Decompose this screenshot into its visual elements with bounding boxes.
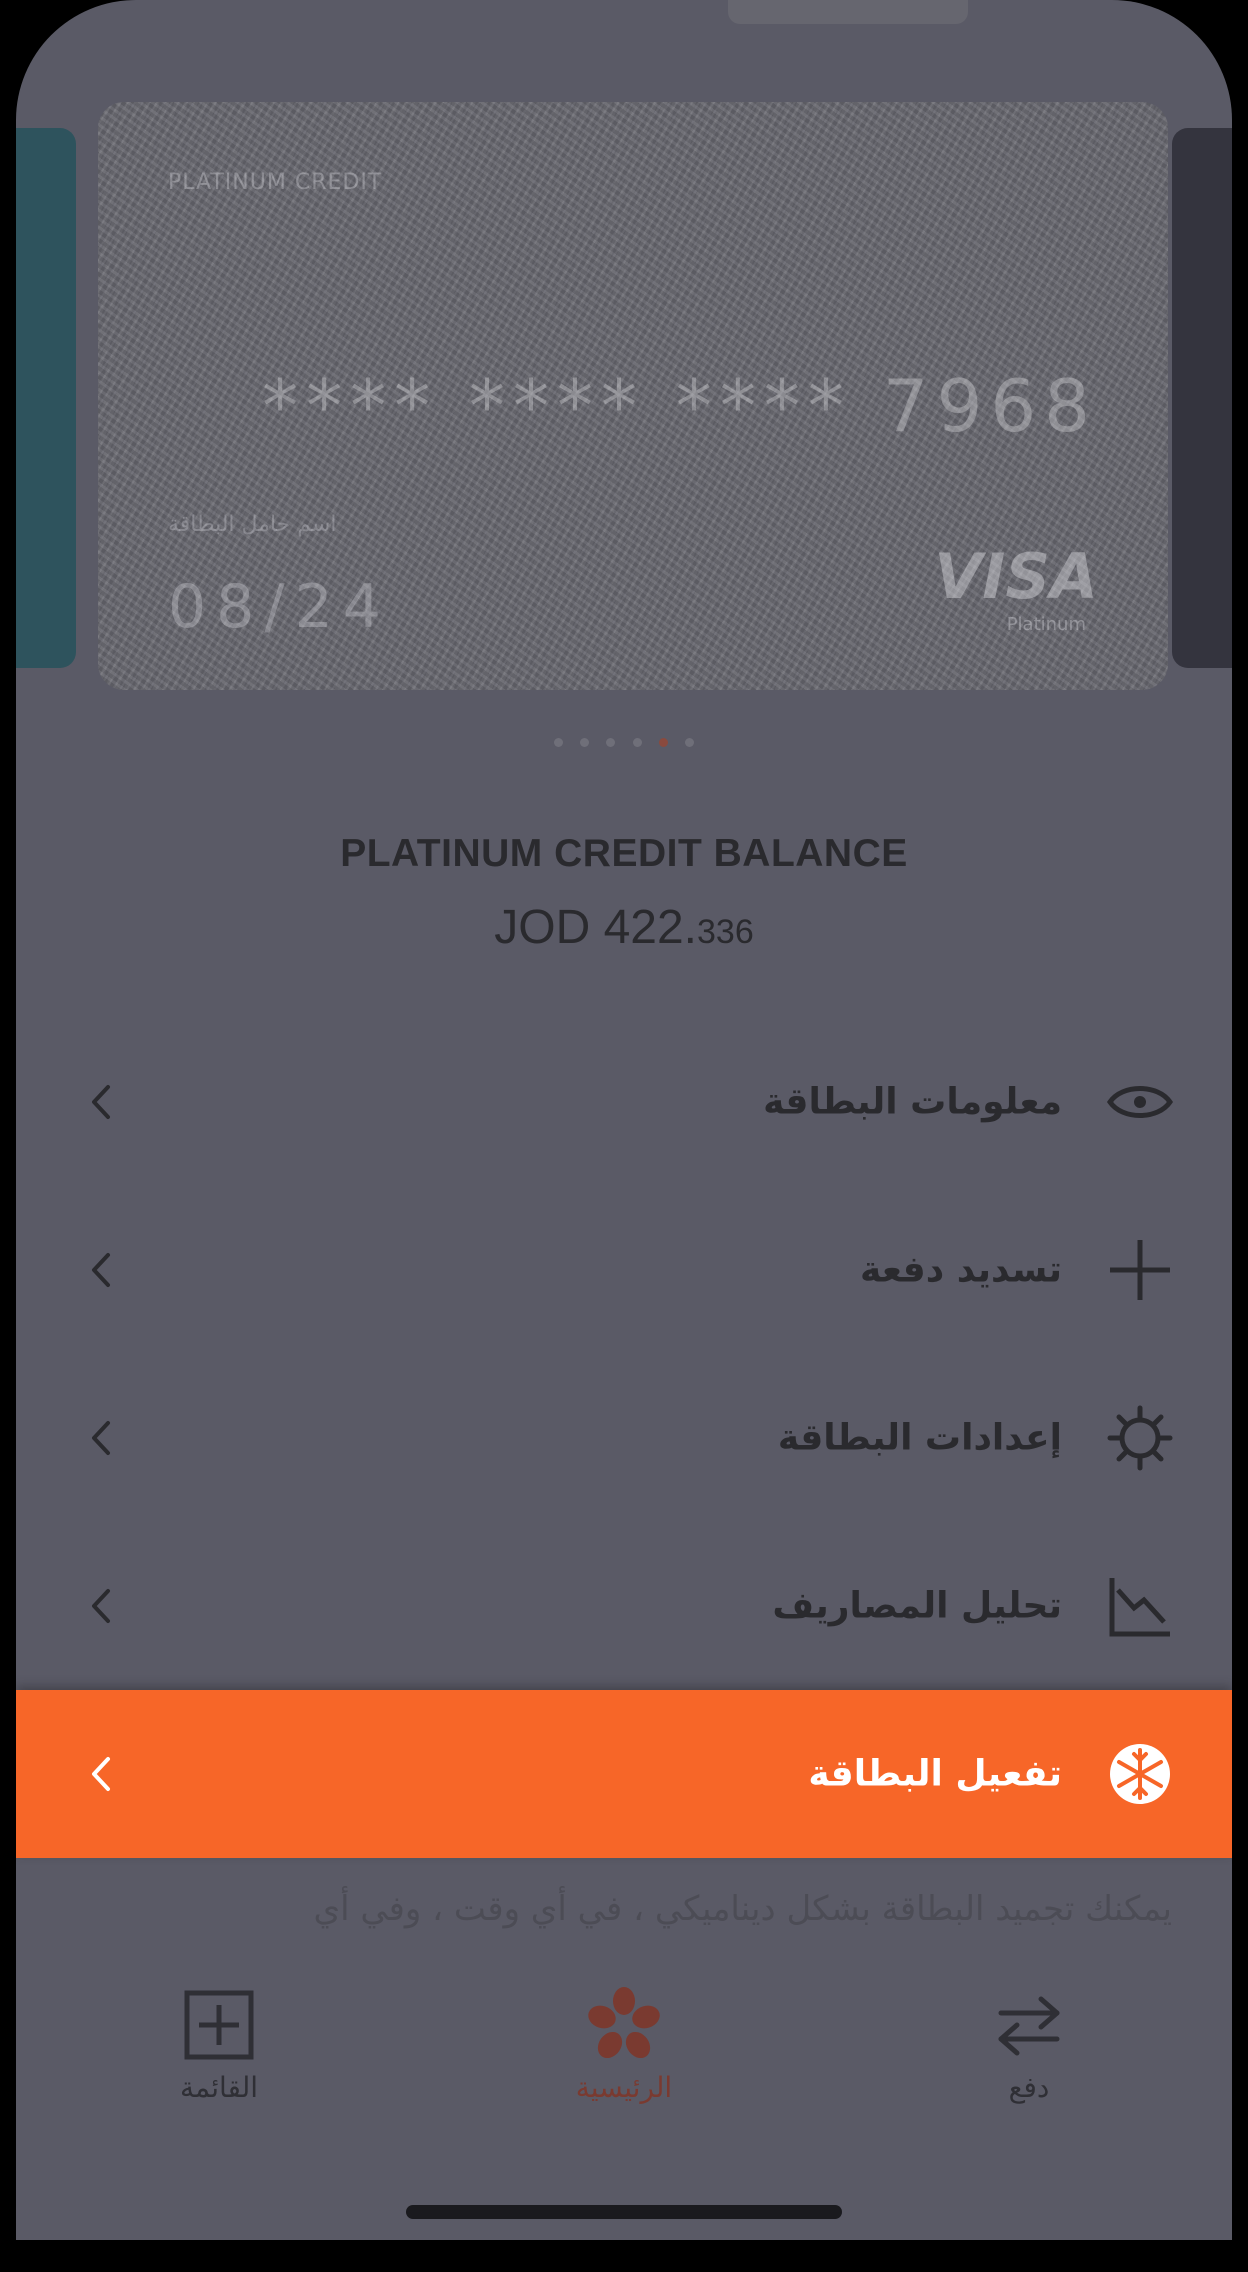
bottom-navigation: القائمة الرئيسية دفع <box>16 1985 1232 2125</box>
plus-icon <box>1110 1240 1170 1300</box>
snowflake-icon <box>1110 1744 1170 1804</box>
menu-item-card-info[interactable]: معلومات البطاقة <box>16 1018 1232 1186</box>
menu-item-label: تفعيل البطاقة <box>808 1753 1062 1795</box>
transfer-arrows-icon <box>998 1996 1060 2056</box>
balance-fraction: 336 <box>697 913 754 951</box>
carousel-dot-active[interactable] <box>658 738 668 747</box>
card-expiry: 08/24 <box>168 572 391 642</box>
visa-tier: Platinum <box>1006 614 1086 635</box>
menu-item-label: تحليل المصاريف <box>772 1585 1062 1627</box>
menu-item-make-payment[interactable]: تسديد دفعة <box>16 1186 1232 1354</box>
carousel-dot[interactable] <box>606 738 616 747</box>
nav-pay[interactable]: دفع <box>929 1985 1129 2104</box>
balance-amount: JOD 422.336 <box>16 900 1232 955</box>
home-indicator[interactable] <box>406 2205 842 2219</box>
balance-main: 422. <box>603 901 698 954</box>
nav-home-label: الرئيسية <box>575 2071 673 2104</box>
eye-icon <box>1106 1086 1174 1118</box>
menu-item-label: معلومات البطاقة <box>763 1081 1062 1123</box>
flower-logo-icon <box>588 1987 660 2059</box>
chevron-left-icon <box>92 1253 110 1287</box>
chevron-left-icon <box>92 1589 110 1623</box>
plus-square-icon <box>184 1990 254 2060</box>
chevron-left-icon <box>92 1085 110 1119</box>
previous-card-peek[interactable] <box>16 128 76 668</box>
chevron-left-icon <box>92 1757 110 1791</box>
credit-card[interactable]: PLATINUM CREDIT **** **** **** 7968 اسم … <box>98 102 1168 690</box>
nav-menu-label: القائمة <box>180 2071 258 2104</box>
balance-title: PLATINUM CREDIT BALANCE <box>340 832 908 875</box>
nav-pay-label: دفع <box>1008 2071 1050 2104</box>
promo-text: يمكنك تجميد البطاقة بشكل ديناميكي ، في أ… <box>313 1889 1172 1929</box>
carousel-dot[interactable] <box>554 738 564 747</box>
menu-item-label: إعدادات البطاقة <box>777 1417 1062 1459</box>
nav-home[interactable]: الرئيسية <box>524 1985 724 2104</box>
phone-screen: PLATINUM CREDIT **** **** **** 7968 اسم … <box>16 0 1232 2240</box>
menu-item-activate-card[interactable]: تفعيل البطاقة <box>16 1690 1232 1858</box>
carousel-dot[interactable] <box>684 738 694 747</box>
menu-item-card-settings[interactable]: إعدادات البطاقة <box>16 1354 1232 1522</box>
chart-down-icon <box>1109 1578 1170 1637</box>
nav-menu[interactable]: القائمة <box>119 1985 319 2104</box>
card-number: **** **** **** 7968 <box>262 364 1098 448</box>
carousel-dot[interactable] <box>580 738 590 747</box>
menu-item-spending-analysis[interactable]: تحليل المصاريف <box>16 1522 1232 1690</box>
carousel-indicator <box>16 732 1232 751</box>
menu-item-label: تسديد دفعة <box>860 1249 1062 1291</box>
card-product-label: PLATINUM CREDIT <box>168 170 383 195</box>
visa-logo: VISA <box>934 540 1098 613</box>
carousel-dot[interactable] <box>632 738 642 747</box>
next-card-peek[interactable] <box>1172 128 1232 668</box>
card-holder-label: اسم حامل البطاقة <box>168 512 337 537</box>
chevron-left-icon <box>92 1421 110 1455</box>
top-notch <box>728 0 968 24</box>
gear-icon <box>1107 1405 1173 1471</box>
balance-currency: JOD <box>494 901 591 954</box>
